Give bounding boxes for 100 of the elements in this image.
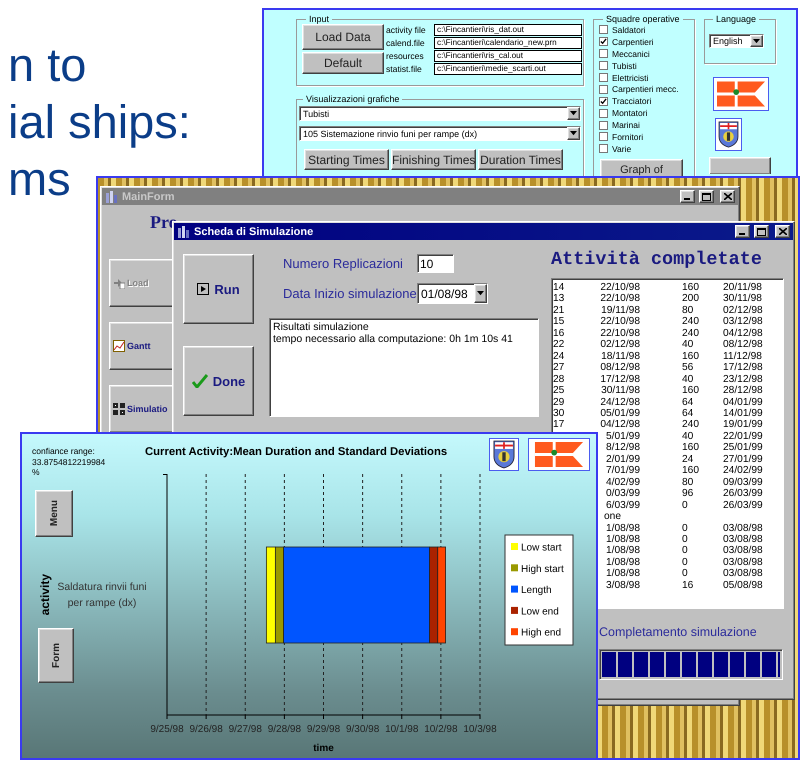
list-cell-text: 14 <box>553 282 566 294</box>
list-cell-text: 2/01/99 <box>605 454 640 466</box>
done-button[interactable]: Done <box>183 346 254 416</box>
list-cell-text: 22/10/98 <box>599 282 640 294</box>
list-cell-text: 160 <box>681 350 700 362</box>
pennant-flag-icon <box>528 438 590 471</box>
menu-button[interactable]: Gantt <box>109 322 173 370</box>
dropdown[interactable]: Tubisti <box>299 106 581 121</box>
maximize-button[interactable] <box>754 225 769 238</box>
list-cell-text: 03/08/98 <box>723 534 764 546</box>
input-field[interactable]: 10 <box>417 254 454 273</box>
checkbox-label: Tracciatori <box>612 96 652 106</box>
list-cell-text: 08/12/98 <box>599 362 640 374</box>
log-line: tempo necessario alla computazione: 0h 1m 10s 41 <box>273 333 513 345</box>
file-path-field[interactable]: c:\Fincantieri\calendario_new.prn <box>434 37 582 49</box>
legend-label: Low start <box>521 542 562 554</box>
list-cell-text: 14/01/99 <box>723 408 764 420</box>
list-cell-text: 40 <box>681 339 694 351</box>
list-cell-text: 17/12/98 <box>723 362 764 374</box>
graph-button[interactable]: Graph of <box>600 158 683 178</box>
checkbox-label: Meccanici <box>612 48 650 59</box>
checkbox[interactable] <box>599 49 608 58</box>
chart-button[interactable]: Starting Times <box>304 149 389 170</box>
data-button[interactable]: Default <box>302 52 384 74</box>
legend-label: Low end <box>521 606 559 618</box>
checkbox[interactable] <box>599 144 608 154</box>
list-cell-text: 25 <box>553 385 566 397</box>
list-cell-text: 15 <box>553 316 566 328</box>
checkbox[interactable] <box>599 120 608 130</box>
list-cell-text: 5/01/99 <box>605 430 640 442</box>
close-button[interactable] <box>720 190 735 203</box>
list-cell-text: 22 <box>553 339 566 351</box>
list-cell-text: 0 <box>681 500 689 512</box>
dropdown[interactable]: 105 Sistemazione rinvio funi per rampe (dx) <box>299 126 581 141</box>
field-label: calend.file <box>386 38 426 48</box>
shield-crest-icon <box>715 118 742 151</box>
file-path-field[interactable]: c:\Fincantieri\medie_scarti.out <box>434 63 582 75</box>
list-cell-text: 0/03/99 <box>605 488 640 500</box>
list-cell-text: 1/08/98 <box>605 556 640 568</box>
list-cell-text: 24 <box>553 350 566 362</box>
checkbox[interactable] <box>599 37 608 46</box>
list-cell-text: 160 <box>681 442 700 454</box>
load-file-icon <box>113 277 125 289</box>
field-label: Data Inizio simulazione <box>283 286 417 301</box>
form-button[interactable]: Form <box>38 628 74 683</box>
file-path-field[interactable]: c:\Fincantieri\ris_dat.out <box>434 24 582 36</box>
list-cell-text: 13 <box>553 293 566 305</box>
checkbox[interactable] <box>599 73 608 82</box>
checkbox-label: Carpentieri mecc. <box>612 84 679 94</box>
checkbox[interactable] <box>599 132 608 142</box>
list-cell-text: 240 <box>681 419 700 431</box>
minimize-button[interactable] <box>735 225 750 238</box>
data-button[interactable]: Load Data <box>302 24 384 50</box>
list-cell-text: 27/01/99 <box>723 454 764 466</box>
checkbox[interactable] <box>599 61 608 70</box>
list-cell-text: 28 <box>553 374 566 386</box>
menu-button[interactable]: Menu <box>35 490 73 537</box>
list-cell-text: 1/08/98 <box>605 545 640 557</box>
cut-off-button[interactable] <box>709 157 771 174</box>
run-button[interactable]: Run <box>183 254 254 324</box>
list-cell-text: 64 <box>681 396 694 408</box>
file-path-field[interactable]: c:\Fincantieri\ris_cal.out <box>434 50 582 62</box>
chart-button[interactable]: Finishing Times <box>391 149 476 170</box>
checkbox[interactable] <box>599 108 608 118</box>
list-cell-text: 0 <box>681 522 689 534</box>
list-cell-text: 30/11/98 <box>600 385 640 397</box>
checkbox-label: Fornitori <box>612 132 644 142</box>
close-icon <box>778 228 786 235</box>
axis-title: activity <box>38 574 52 616</box>
close-button[interactable] <box>775 225 790 238</box>
window-title: MainForm <box>122 190 176 202</box>
list-cell-text: 160 <box>681 465 700 477</box>
slide-title-line: n to <box>8 37 86 93</box>
minimize-button[interactable] <box>680 190 695 203</box>
caret-icon <box>570 131 577 136</box>
menu-button[interactable]: Simulatio <box>109 385 173 433</box>
list-cell-text: 16 <box>553 328 566 340</box>
list-cell-text: 56 <box>681 362 694 374</box>
list-cell-text: 22/10/98 <box>599 328 640 340</box>
list-cell-text: 11/12/98 <box>723 350 763 362</box>
chart-button[interactable]: Duration Times <box>478 149 563 170</box>
close-icon <box>724 193 732 200</box>
list-cell-text: 0 <box>681 556 689 568</box>
checkbox[interactable] <box>599 25 608 34</box>
checkbox[interactable] <box>599 96 608 106</box>
list-title: Attività completate <box>551 249 763 270</box>
list-cell-text: 03/08/98 <box>723 522 764 534</box>
dropdown[interactable]: English <box>709 34 764 48</box>
maximize-button[interactable] <box>699 190 714 203</box>
list-cell-text: 40 <box>681 430 694 442</box>
tick-label: 9/27/98 <box>228 724 262 735</box>
checkbox[interactable] <box>599 84 608 94</box>
play-icon <box>197 283 210 295</box>
maximize-icon <box>757 228 766 236</box>
tick-label: 9/29/98 <box>306 724 340 735</box>
caret-icon <box>477 291 484 296</box>
dropdown[interactable]: 01/08/98 <box>417 283 488 304</box>
list-cell-text: 240 <box>681 316 700 328</box>
tick-label: 9/26/98 <box>189 724 223 735</box>
list-cell-text: 1/08/98 <box>605 568 640 580</box>
